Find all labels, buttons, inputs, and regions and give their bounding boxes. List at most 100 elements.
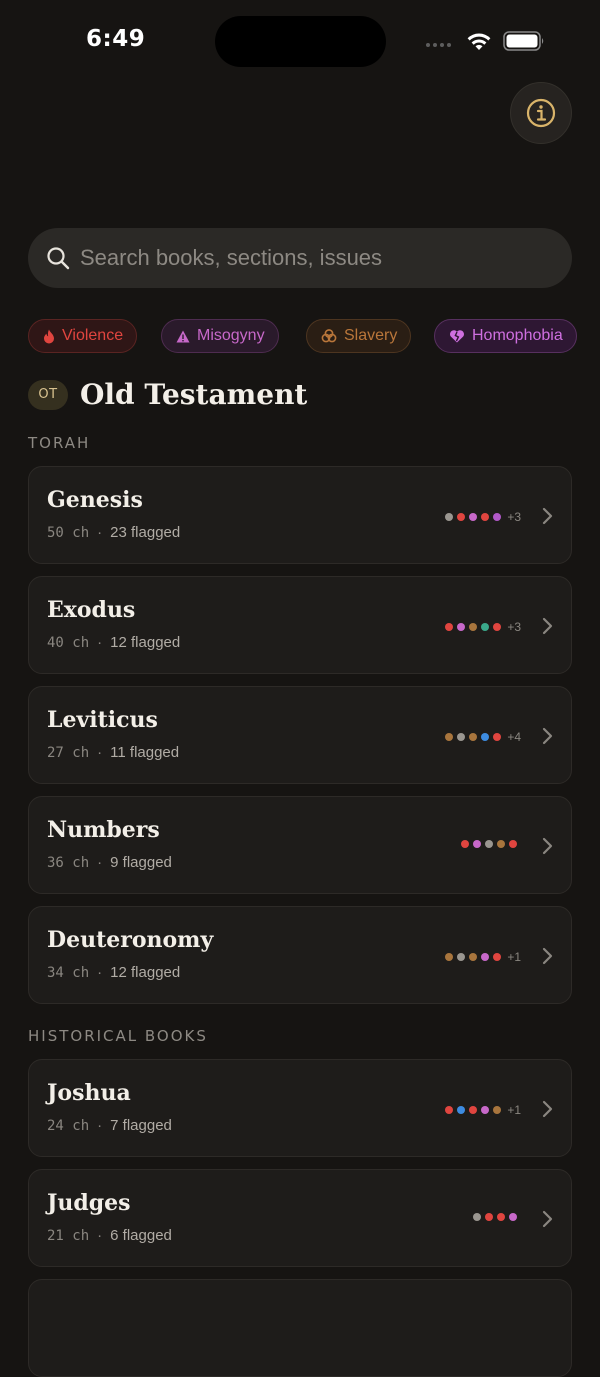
search-input[interactable] [80, 228, 550, 288]
issue-dot [493, 733, 502, 741]
chip-slavery[interactable]: Slavery [306, 319, 412, 353]
warning-triangle-icon [176, 330, 190, 342]
issue-dot [445, 623, 454, 631]
chapter-label: ch [72, 1117, 90, 1134]
chip-label: Slavery [344, 327, 398, 344]
search-bar[interactable] [28, 228, 572, 288]
issue-dot [469, 953, 478, 961]
book-title: Leviticus [47, 707, 158, 733]
flagged-count: 12 flagged [110, 634, 181, 651]
issue-dot [481, 733, 490, 741]
issue-dot [497, 1213, 505, 1221]
issue-dots: +1 [445, 1103, 521, 1117]
book-card-exodus[interactable]: Exodus 40 ch · 12 flagged +3 [28, 576, 572, 674]
chevron-right-icon [542, 837, 553, 855]
issue-dot [457, 953, 466, 961]
issue-dot [493, 953, 502, 961]
chevron-right-icon [542, 507, 553, 525]
issue-dot [469, 733, 478, 741]
book-title: Numbers [47, 817, 160, 843]
book-card-genesis[interactable]: Genesis 50 ch · 23 flagged +3 [28, 466, 572, 564]
book-card-joshua[interactable]: Joshua 24 ch · 7 flagged +1 [28, 1059, 572, 1157]
battery-icon [503, 31, 544, 51]
issue-dot [469, 513, 478, 521]
book-meta: 34 ch · 12 flagged [47, 964, 180, 981]
chip-label: Homophobia [472, 327, 563, 344]
wifi-icon [467, 33, 491, 50]
issue-dots [473, 1213, 521, 1221]
book-card-judges[interactable]: Judges 21 ch · 6 flagged [28, 1169, 572, 1267]
book-meta: 21 ch · 6 flagged [47, 1227, 172, 1244]
issue-dot [457, 513, 466, 521]
book-title: Joshua [47, 1080, 131, 1106]
issue-dot [481, 513, 490, 521]
issue-dots: +3 [445, 620, 521, 634]
issue-dot [485, 840, 493, 848]
filter-chips: Violence Misogyny Slavery Homophobia [28, 319, 600, 355]
meta-separator: · [97, 634, 103, 651]
issue-dots: +1 [445, 950, 521, 964]
issue-dot [457, 1106, 466, 1114]
book-card-leviticus[interactable]: Leviticus 27 ch · 11 flagged +4 [28, 686, 572, 784]
chapter-count: 24 ch [47, 1118, 89, 1134]
book-title: Judges [47, 1190, 131, 1216]
chapter-number: 24 [47, 1117, 64, 1134]
flagged-count: 23 flagged [110, 524, 181, 541]
book-card-deuteronomy[interactable]: Deuteronomy 34 ch · 12 flagged +1 [28, 906, 572, 1004]
broken-heart-icon [450, 330, 464, 343]
more-issues-count: +3 [507, 620, 521, 634]
book-card-next[interactable] [28, 1279, 572, 1377]
group-label-torah: TORAH [28, 434, 91, 452]
info-button[interactable] [510, 82, 572, 144]
chapter-count: 50 ch [47, 525, 89, 541]
book-title: Exodus [47, 597, 136, 623]
book-meta: 40 ch · 12 flagged [47, 634, 180, 651]
chapter-label: ch [72, 1227, 90, 1244]
chapter-label: ch [72, 524, 90, 541]
issue-dot [445, 733, 454, 741]
chapter-label: ch [72, 854, 90, 871]
chapter-number: 50 [47, 524, 64, 541]
chevron-right-icon [542, 1100, 553, 1118]
issue-dots: +3 [445, 510, 521, 524]
flame-icon [44, 329, 54, 343]
book-meta: 24 ch · 7 flagged [47, 1117, 172, 1134]
chapter-number: 40 [47, 634, 64, 651]
issue-dot [473, 1213, 481, 1221]
more-issues-count: +4 [507, 730, 521, 744]
book-meta: 27 ch · 11 flagged [47, 744, 179, 761]
chapter-count: 27 ch [47, 745, 89, 761]
chevron-right-icon [542, 1210, 553, 1228]
issue-dot [481, 953, 490, 961]
issue-dot [461, 840, 469, 848]
more-issues-count: +3 [507, 510, 521, 524]
chapter-count: 40 ch [47, 635, 89, 651]
meta-separator: · [97, 1227, 103, 1244]
meta-separator: · [97, 524, 103, 541]
issue-dots: +4 [445, 730, 521, 744]
chip-misogyny[interactable]: Misogyny [161, 319, 279, 353]
issue-dot [509, 840, 517, 848]
chapter-count: 21 ch [47, 1228, 89, 1244]
issue-dot [445, 1106, 454, 1114]
chip-homophobia[interactable]: Homophobia [434, 319, 577, 353]
chapter-number: 27 [47, 744, 64, 761]
chip-label: Misogyny [197, 327, 265, 344]
info-icon [526, 98, 556, 128]
more-issues-count: +1 [507, 1103, 521, 1117]
chip-violence[interactable]: Violence [28, 319, 138, 353]
cellular-signal-icon [426, 43, 451, 47]
chevron-right-icon [542, 617, 553, 635]
flagged-count: 11 flagged [110, 744, 180, 761]
flagged-count: 7 flagged [110, 1117, 172, 1134]
issue-dot [481, 1106, 490, 1114]
meta-separator: · [97, 964, 103, 981]
chapter-count: 34 ch [47, 965, 89, 981]
chapter-count: 36 ch [47, 855, 89, 871]
flagged-count: 9 flagged [110, 854, 172, 871]
chapter-number: 36 [47, 854, 64, 871]
issue-dot [457, 623, 466, 631]
book-card-numbers[interactable]: Numbers 36 ch · 9 flagged [28, 796, 572, 894]
book-title: Genesis [47, 487, 143, 513]
meta-separator: · [97, 744, 103, 761]
